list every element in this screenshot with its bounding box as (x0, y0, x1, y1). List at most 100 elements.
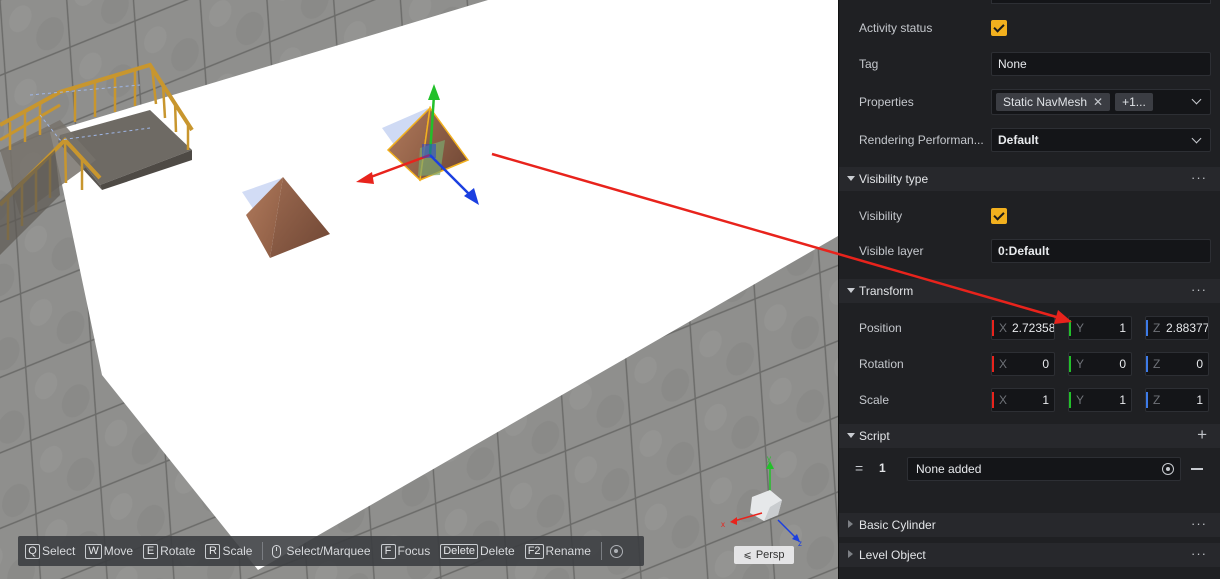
rotation-x-field[interactable]: X 0 (991, 352, 1055, 376)
target-picker-icon[interactable] (1162, 463, 1174, 475)
scale-tool-button[interactable]: R Scale (205, 543, 253, 559)
tag-label: Tag (859, 57, 879, 71)
tool-label: Focus (397, 544, 431, 558)
rotation-z-field[interactable]: Z 0 (1145, 352, 1209, 376)
scale-y-field[interactable]: Y 1 (1068, 388, 1132, 412)
tool-label: Select/Marquee (286, 544, 371, 558)
z-axis-marker (1146, 356, 1148, 372)
settings-icon[interactable] (609, 544, 623, 558)
rendering-row: Rendering Performan... Default (839, 122, 1220, 158)
x-axis-marker (992, 320, 994, 336)
rotate-tool-button[interactable]: E Rotate (143, 543, 196, 559)
rotation-row: Rotation X 0 Y 0 Z 0 (839, 346, 1220, 382)
collapse-triangle-icon (847, 433, 855, 438)
camera-mode-button[interactable]: ⩽ Persp (734, 546, 794, 564)
scene-viewport[interactable]: y x z ⩽ Persp Q Select W Move E Rotate R… (0, 0, 838, 579)
select-tool-button[interactable]: Q Select (25, 543, 76, 559)
properties-more-chip[interactable]: +1... (1115, 93, 1153, 111)
script-section-header[interactable]: Script + (839, 424, 1220, 448)
rotation-y-value: 0 (1119, 357, 1126, 371)
scale-x-field[interactable]: X 1 (991, 388, 1055, 412)
more-options-icon[interactable]: ··· (1191, 516, 1207, 531)
marquee-select-button[interactable]: Select/Marquee (272, 544, 371, 558)
shortcut-key: E (143, 543, 159, 559)
rendering-value: Default (998, 133, 1039, 147)
scale-label: Scale (859, 393, 890, 407)
section-title: Script (859, 429, 890, 443)
tool-label: Move (103, 544, 134, 558)
basic-cylinder-section-header[interactable]: Basic Cylinder ··· (839, 513, 1220, 537)
delete-button[interactable]: Delete Delete (440, 543, 515, 559)
y-axis-marker (1069, 356, 1071, 372)
add-script-icon[interactable]: + (1197, 425, 1207, 445)
visibility-row: Visibility (839, 198, 1220, 234)
gizmo-x-label: x (721, 520, 725, 529)
position-label: Position (859, 321, 902, 335)
axis-label: X (999, 321, 1008, 335)
rendering-select[interactable]: Default (991, 128, 1211, 152)
position-y-field[interactable]: Y 1 (1068, 316, 1132, 340)
remove-chip-icon[interactable]: ✕ (1093, 95, 1103, 109)
axis-label: Y (1076, 393, 1085, 407)
properties-chip-label: Static NavMesh (1003, 95, 1088, 109)
rotation-y-field[interactable]: Y 0 (1068, 352, 1132, 376)
tool-label: Delete (480, 544, 515, 558)
drag-handle-icon[interactable]: = (855, 460, 863, 476)
properties-chip[interactable]: Static NavMesh ✕ (996, 93, 1111, 111)
position-z-field[interactable]: Z 2.88377 (1145, 316, 1209, 340)
transform-section-header[interactable]: Transform ··· (839, 279, 1220, 303)
inspector-panel: Activity status Tag None Properties Stat… (838, 0, 1220, 579)
gizmo-y-label: y (767, 455, 771, 463)
more-options-icon[interactable]: ··· (1191, 282, 1207, 297)
more-options-icon[interactable]: ··· (1191, 546, 1207, 561)
rotation-label: Rotation (859, 357, 904, 371)
remove-script-icon[interactable] (1191, 468, 1203, 470)
z-axis-marker (1146, 392, 1148, 408)
perspective-icon: ⩽ (743, 549, 752, 561)
visible-layer-label: Visible layer (859, 244, 924, 258)
section-title: Basic Cylinder (859, 518, 936, 532)
shortcut-key: F2 (524, 543, 544, 559)
shortcut-key: F (380, 543, 396, 559)
x-axis-marker (992, 392, 994, 408)
move-tool-button[interactable]: W Move (85, 543, 134, 559)
level-object-section-header[interactable]: Level Object ··· (839, 543, 1220, 567)
more-options-icon[interactable]: ··· (1191, 170, 1207, 185)
visible-layer-row: Visible layer 0:Default (839, 233, 1220, 269)
tool-label: Rotate (160, 544, 196, 558)
rendering-label: Rendering Performan... (859, 133, 984, 147)
expand-triangle-icon (848, 550, 853, 558)
scale-y-value: 1 (1119, 393, 1126, 407)
y-axis-marker (1069, 320, 1071, 336)
visibility-checkbox[interactable] (991, 208, 1007, 224)
section-title: Level Object (859, 548, 926, 562)
scale-z-field[interactable]: Z 1 (1145, 388, 1209, 412)
axis-label: Y (1076, 321, 1085, 335)
gizmo-z-label: z (798, 539, 802, 548)
truncated-field[interactable] (991, 0, 1211, 4)
properties-row: Properties Static NavMesh ✕ +1... (839, 84, 1220, 120)
script-entry: = 1 None added (839, 457, 1220, 481)
position-x-value: 2.72358 (1012, 321, 1055, 335)
focus-button[interactable]: F Focus (380, 543, 431, 559)
position-row: Position X 2.72358 Y 1 Z 2.88377 (839, 310, 1220, 346)
visible-layer-field[interactable]: 0:Default (991, 239, 1211, 263)
rotation-x-value: 0 (1042, 357, 1049, 371)
activity-status-checkbox[interactable] (991, 20, 1007, 36)
properties-select[interactable]: Static NavMesh ✕ +1... (991, 89, 1211, 115)
visibility-label: Visibility (859, 209, 903, 223)
tag-row: Tag None (839, 46, 1220, 82)
script-index: 1 (879, 461, 886, 475)
script-field[interactable]: None added (907, 457, 1181, 481)
position-x-field[interactable]: X 2.72358 (991, 316, 1055, 340)
x-axis-marker (992, 356, 994, 372)
activity-status-row: Activity status (839, 10, 1220, 46)
tag-field[interactable]: None (991, 52, 1211, 76)
shortcut-key: Q (25, 543, 40, 559)
tool-label: Scale (222, 544, 253, 558)
visible-layer-value: 0:Default (998, 244, 1050, 258)
position-z-value: 2.88377 (1166, 321, 1209, 335)
tool-label: Select (42, 544, 76, 558)
visibility-section-header[interactable]: Visibility type ··· (839, 167, 1220, 191)
rename-button[interactable]: F2 Rename (524, 543, 591, 559)
